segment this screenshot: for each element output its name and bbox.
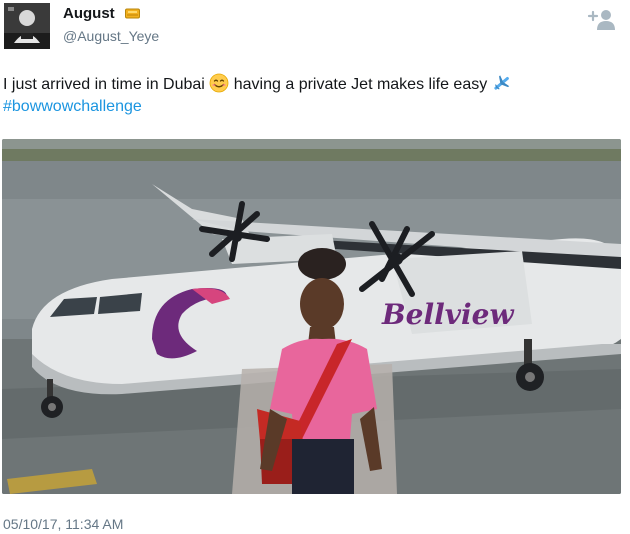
gold-bar-icon [124,8,140,19]
aircraft-livery-text: Bellview [381,298,514,331]
hashtag-link[interactable]: #bowwowchallenge [3,98,142,115]
tweet-text: I just arrived in time in Dubai having a… [3,73,603,118]
display-name-text: August [63,5,115,22]
tweet-photo[interactable]: Bellview [2,139,621,494]
tweet-text-part1: I just arrived in time in Dubai [3,76,210,93]
follow-button[interactable] [586,8,616,32]
smiling-face-emoji-icon [209,73,229,93]
avatar-image [4,3,50,49]
follow-person-plus-icon [587,10,615,30]
tweet-card: August @August_Yeye I just arrived in ti… [0,0,630,534]
user-avatar[interactable] [4,3,50,49]
tweet-text-part2: having a private Jet makes life easy [229,76,492,93]
airplane-emoji-icon [494,75,509,90]
photo-airplane-tarmac: Bellview [2,139,621,494]
user-handle[interactable]: @August_Yeye [63,27,159,45]
display-name[interactable]: August [63,4,140,24]
tweet-timestamp[interactable]: 05/10/17, 11:34 AM [3,515,123,533]
